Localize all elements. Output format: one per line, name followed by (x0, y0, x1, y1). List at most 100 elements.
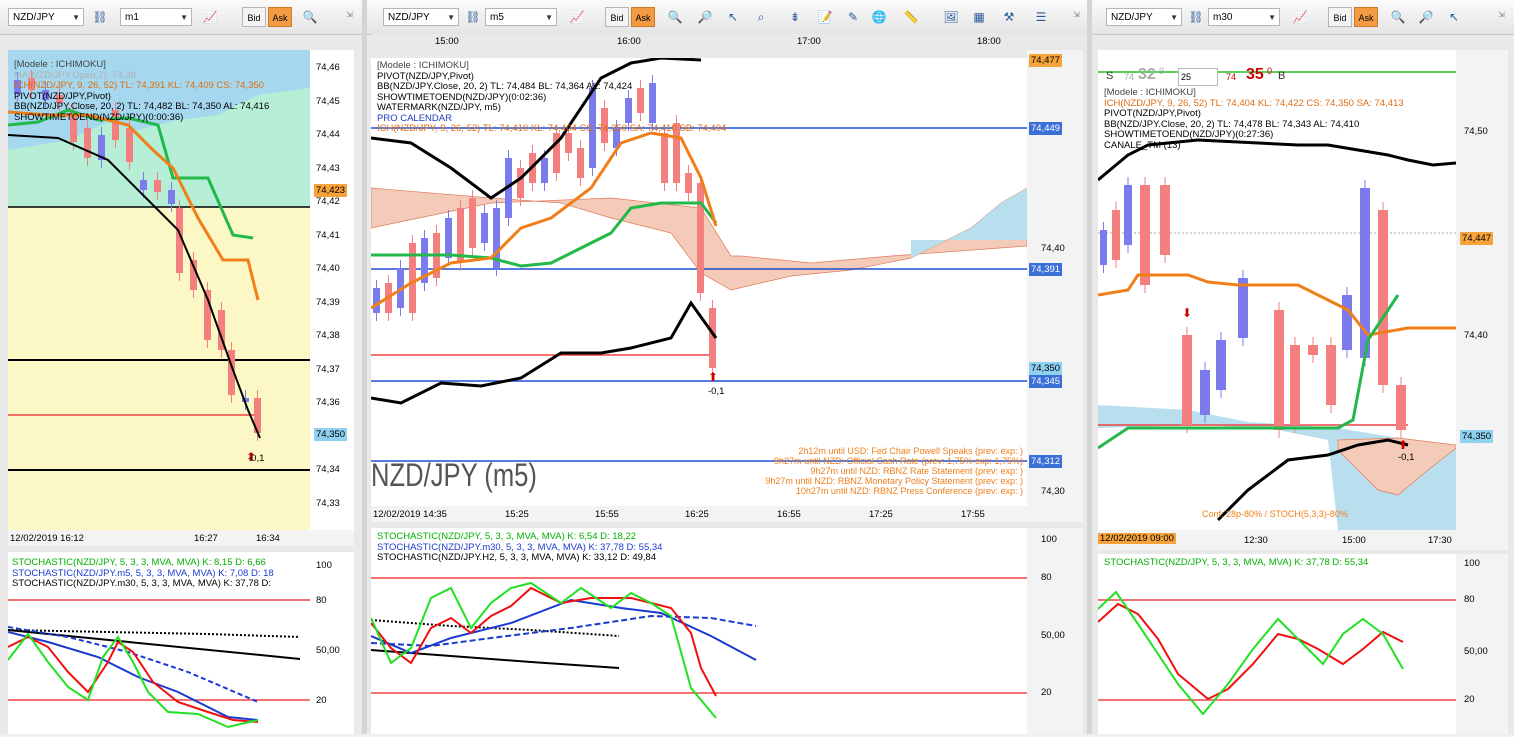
stoch-tick: 20 (1041, 687, 1052, 698)
price-chart[interactable]: NZD/JPY (m5) [Modele : ICHIMOKU] PIVOT(N… (370, 56, 1028, 506)
zoom-in-icon[interactable]: 🔍 (1388, 8, 1408, 26)
chevron-down-icon: ▼ (1170, 13, 1178, 22)
time-label: 15:55 (595, 509, 619, 520)
stoch-legend-line: STOCHASTIC(NZD/JPY.H2, 5, 3, 3, MVA, MVA… (377, 552, 657, 563)
time-label: 18:00 (977, 36, 1001, 47)
cursor-icon[interactable]: ↖ (723, 8, 743, 26)
template-icon[interactable]: ▦ (969, 8, 989, 26)
timeframe-select[interactable]: m30 ▼ (1208, 8, 1280, 26)
price-chart[interactable]: [Modele : ICHIMOKU] MA(NZD/JPY.Open,7): … (7, 50, 310, 530)
qty-field[interactable]: 25 (1178, 68, 1218, 86)
bid-button[interactable]: Bid (242, 7, 266, 27)
candle (1112, 210, 1120, 260)
price-axis[interactable]: 74,50 74,447 74,40 74,350 (1456, 50, 1508, 530)
quote-widget[interactable]: S 74 32 9 25 74 (1104, 66, 1246, 88)
image-icon[interactable]: 🖼 (941, 8, 961, 26)
buy-widget[interactable]: 35 0 B (1246, 66, 1306, 88)
stochastic-chart[interactable]: STOCHASTIC(NZD/JPY, 5, 3, 3, MVA, MVA) K… (370, 528, 1027, 734)
stoch-k-line (370, 581, 717, 719)
zoom-out-icon[interactable]: 🔎 (1416, 8, 1436, 26)
indicator-legend: [Modele : ICHIMOKU] MA(NZD/JPY.Open,7): … (14, 59, 269, 123)
candle (565, 133, 572, 153)
zoom-icon[interactable]: 🔍 (300, 8, 320, 26)
zoom-out-icon[interactable]: 🔎 (695, 8, 715, 26)
candle (126, 128, 133, 162)
sell-big: 74 (1124, 72, 1135, 82)
timeframe-select[interactable]: m5 ▼ (485, 8, 557, 26)
y-tick: 74,40 (316, 263, 340, 274)
stoch-tick: 50,00 (1041, 630, 1065, 641)
toolbar: NZD/JPY ▼ ⛓ m1 ▼ 📈 Bid Ask 🔍 ⇲ (0, 0, 362, 35)
symbol-select[interactable]: NZD/JPY ▼ (1106, 8, 1182, 26)
timeframe-select[interactable]: m1 ▼ (120, 8, 192, 26)
chart-type-icon[interactable]: 📈 (200, 8, 220, 26)
stoch-tick: 100 (1464, 558, 1480, 569)
watermark: NZD/JPY (m5) (371, 458, 537, 493)
draw-icon[interactable]: ✎ (843, 8, 863, 26)
chart-type-icon[interactable]: 📈 (1290, 8, 1310, 26)
link-icon[interactable]: ⛓ (463, 8, 483, 26)
price-tag: 74,391 (1029, 263, 1063, 276)
price-tag: 74,477 (1029, 54, 1063, 67)
symbol-value: NZD/JPY (13, 12, 55, 23)
more-icon[interactable]: ⇲ (1073, 10, 1080, 19)
link-icon[interactable]: ⛓ (90, 8, 110, 26)
candle (697, 183, 704, 293)
tools-icon[interactable]: ⚒ (999, 8, 1019, 26)
stoch-tick: 80 (316, 595, 327, 606)
candle (469, 198, 476, 248)
ask-button[interactable]: Ask (268, 7, 292, 27)
stoch-legend-line: STOCHASTIC(NZD/JPY, 5, 3, 3, MVA, MVA) K… (377, 531, 637, 542)
candle (481, 213, 488, 243)
stochastic-chart[interactable]: STOCHASTIC(NZD/JPY, 5, 3, 3, MVA, MVA) K… (1097, 554, 1456, 734)
calendar-item: 2h12m until USD: Fed Chair Powell Speaks… (798, 446, 1023, 456)
candle (1274, 310, 1284, 430)
candle (661, 133, 668, 183)
stoch-legend-line: STOCHASTIC(NZD/JPY, 5, 3, 3, MVA, MVA) K… (1104, 557, 1369, 568)
candle (1160, 185, 1170, 255)
stoch-legend-line: STOCHASTIC(NZD/JPY, 5, 3, 3, MVA, MVA) K… (12, 557, 266, 568)
price-axis[interactable]: 74,477 74,449 74,40 74,391 74,350 74,345… (1027, 50, 1083, 506)
ruler-icon[interactable]: 📏 (901, 8, 921, 26)
more-icon[interactable]: ⇲ (346, 10, 353, 19)
bid-button[interactable]: Bid (605, 7, 629, 27)
bid-button[interactable]: Bid (1328, 7, 1352, 27)
y-tick: 74,30 (1041, 486, 1065, 497)
chart-type-icon[interactable]: 📈 (567, 8, 587, 26)
candle (154, 180, 161, 192)
time-label: 15:00 (1342, 535, 1366, 546)
stoch-tick: 20 (316, 695, 327, 706)
link-icon[interactable]: ⛓ (1186, 8, 1206, 26)
more-icon[interactable]: ⇲ (1498, 10, 1505, 19)
chevron-down-icon: ▼ (447, 13, 455, 22)
time-label: 16:25 (685, 509, 709, 520)
price-axis[interactable]: 74,46 74,45 74,44 74,43 74,42 74,41 74,40 74,39… (310, 50, 354, 530)
timeframe-value: m1 (125, 12, 139, 23)
note-icon[interactable]: 📝 (815, 8, 835, 26)
symbol-value: NZD/JPY (1111, 12, 1153, 23)
globe-icon[interactable]: 🌐 (869, 8, 889, 26)
stochastic-chart[interactable]: STOCHASTIC(NZD/JPY, 5, 3, 3, MVA, MVA) K… (7, 552, 310, 734)
last-change: -0,1 (1398, 452, 1415, 463)
time-label-highlight: 12/02/2019 09:00 (1098, 533, 1176, 544)
symbol-select[interactable]: NZD/JPY ▼ (8, 8, 84, 26)
cursor-icon[interactable]: ↖ (1444, 8, 1464, 26)
ask-button[interactable]: Ask (631, 7, 655, 27)
last-change: -0,1 (708, 386, 725, 397)
price-chart[interactable]: S 74 32 9 25 74 35 0 B [Modele : ICHIMOK… (1097, 50, 1457, 530)
last-change: -0,1 (248, 453, 265, 464)
symbol-select[interactable]: NZD/JPY ▼ (383, 8, 459, 26)
legend-line: [Modele : ICHIMOKU] (1104, 87, 1196, 98)
menu-icon[interactable]: ☰ (1031, 8, 1051, 26)
candle (541, 158, 548, 183)
zoom-in-icon[interactable]: 🔍 (665, 8, 685, 26)
indicator-icon[interactable]: ⇟ (785, 8, 805, 26)
ask-button[interactable]: Ask (1354, 7, 1378, 27)
candle (1140, 185, 1150, 285)
price-tag: 74,350 (1029, 362, 1063, 375)
time-label: 16:27 (194, 533, 218, 544)
time-label: 16:55 (777, 509, 801, 520)
legend-line: ICH(NZD/JPY, 9, 26, 52) TL: 74,410 KL: 7… (377, 123, 727, 134)
candle (517, 168, 524, 198)
magnifier-icon[interactable]: ⌕ (751, 8, 771, 26)
